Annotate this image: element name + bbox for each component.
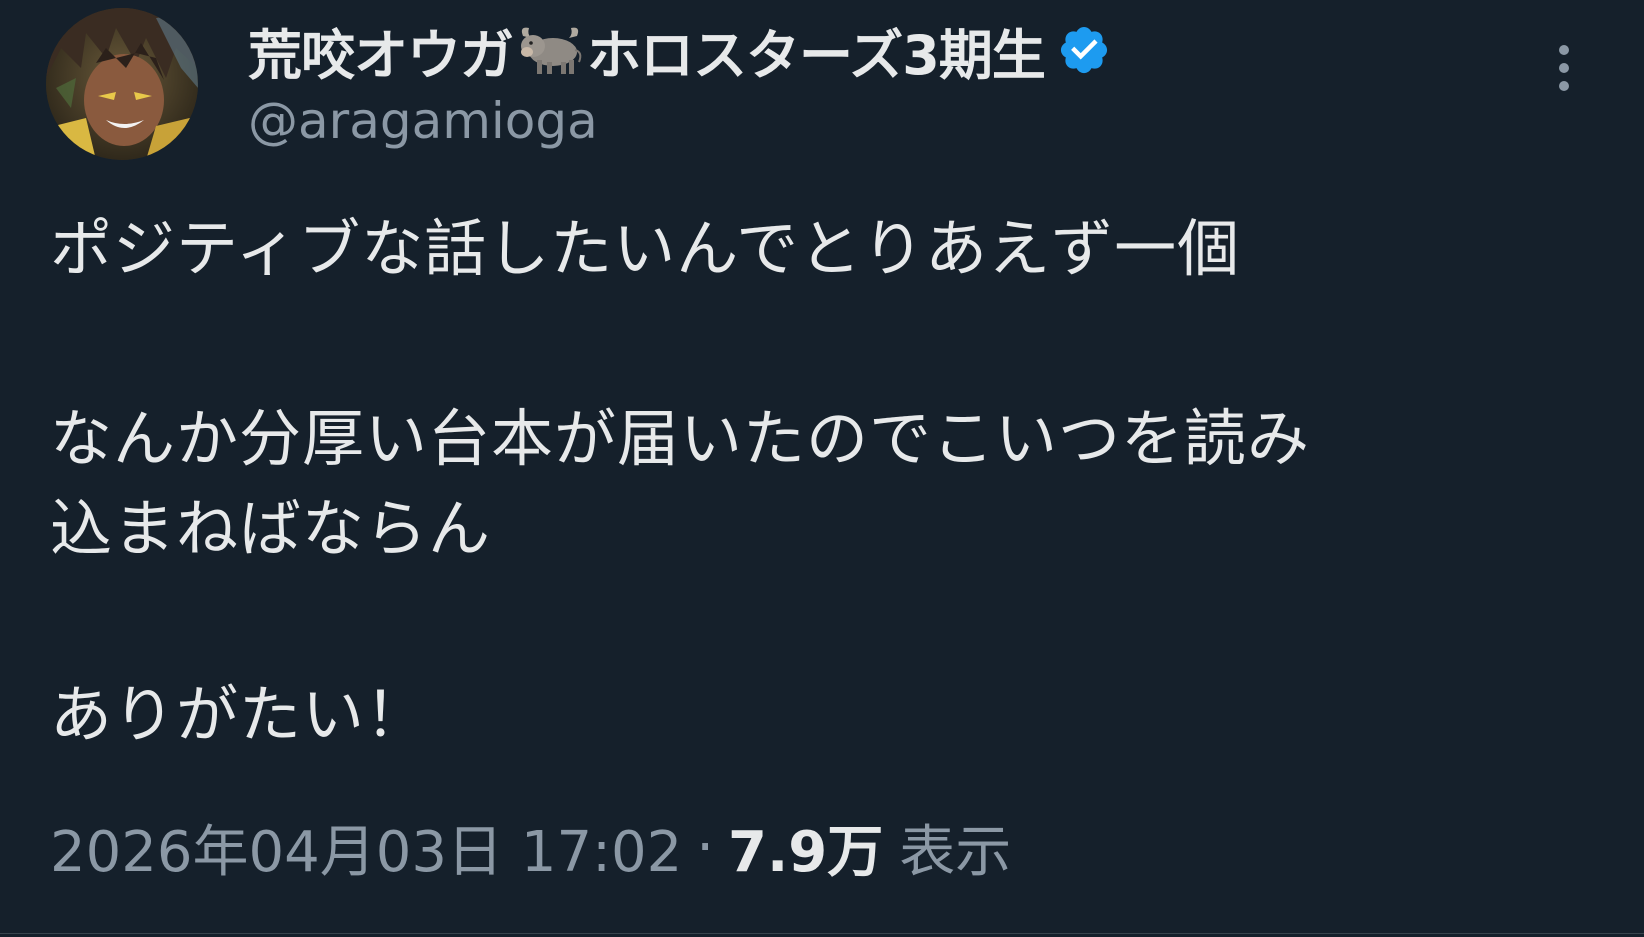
views-label: 表示 [899, 819, 1012, 885]
tweet-text-line: なんか分厚い台本が届いたのでこいつを読み [50, 402, 1311, 475]
avatar-image [46, 8, 198, 160]
tweet-text-line: ポジティブな話したいんでとりあえず一個 [50, 212, 1241, 285]
author-affiliation[interactable]: ホロスターズ3期生 [587, 11, 1046, 90]
author-display-name[interactable]: 荒咬オウガ [248, 11, 514, 90]
tweet-meta: 2026年04月03日 17:02 · 7.9万 表示 [50, 812, 1011, 885]
divider [0, 933, 1644, 934]
tweet-timestamp[interactable]: 2026年04月03日 17:02 [50, 807, 682, 888]
verified-badge-icon [1057, 23, 1111, 77]
author-avatar[interactable] [46, 8, 198, 160]
views-count[interactable]: 7.9万 [728, 807, 883, 888]
tweet-text-line: 込まねばならん [50, 492, 492, 565]
tweet-card: 荒咬オウガ ホロスターズ3期生 @aragamioga ポジティブな話したいんで… [0, 0, 1644, 937]
author-name-row[interactable]: 荒咬オウガ ホロスターズ3期生 [248, 10, 1111, 90]
ox-emoji-icon [517, 22, 583, 78]
more-vertical-icon[interactable] [1544, 42, 1584, 98]
meta-separator: · [696, 814, 715, 880]
author-handle[interactable]: @aragamioga [248, 92, 598, 150]
tweet-text-line: ありがたい！ [50, 678, 429, 751]
